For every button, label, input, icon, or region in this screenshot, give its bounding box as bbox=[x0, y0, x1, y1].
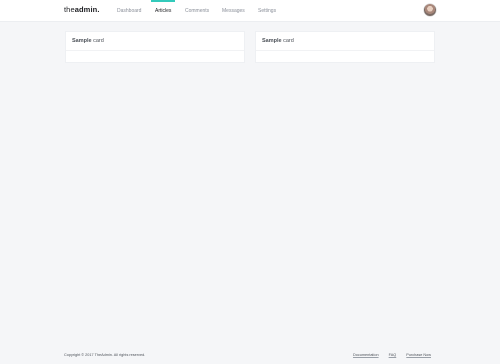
footer-link-faq[interactable]: FAQ bbox=[389, 353, 397, 357]
card-header: Sample card bbox=[66, 32, 244, 51]
user-avatar[interactable] bbox=[424, 4, 436, 16]
card-title-strong: Sample bbox=[72, 38, 92, 44]
logo-light-text: the bbox=[64, 5, 75, 14]
footer-link-purchase-now[interactable]: Purchase Now bbox=[406, 353, 431, 357]
card-title-rest: card bbox=[281, 38, 294, 44]
footer: Copyright © 2017 TheAdmin. All rights re… bbox=[0, 345, 500, 364]
nav-dashboard[interactable]: Dashboard bbox=[117, 8, 141, 14]
card-title-strong: Sample bbox=[262, 38, 282, 44]
logo[interactable]: theadmin. bbox=[64, 5, 100, 15]
nav-articles[interactable]: Articles bbox=[150, 0, 176, 14]
copyright-text: Copyright © 2017 TheAdmin. All rights re… bbox=[64, 353, 146, 357]
nav-messages[interactable]: Messages bbox=[222, 8, 245, 14]
footer-links: Documentation FAQ Purchase Now bbox=[344, 353, 431, 357]
card-title-rest: card bbox=[91, 38, 104, 44]
nav-comments[interactable]: Comments bbox=[185, 8, 209, 14]
card-header: Sample card bbox=[256, 32, 434, 51]
footer-link-documentation[interactable]: Documentation bbox=[353, 353, 379, 357]
top-navbar: theadmin. Dashboard Articles Comments Me… bbox=[0, 0, 500, 22]
logo-bold-text: admin. bbox=[74, 5, 100, 14]
sample-card-1: Sample card bbox=[65, 31, 245, 63]
nav-settings[interactable]: Settings bbox=[258, 8, 276, 14]
sample-card-2: Sample card bbox=[255, 31, 435, 63]
